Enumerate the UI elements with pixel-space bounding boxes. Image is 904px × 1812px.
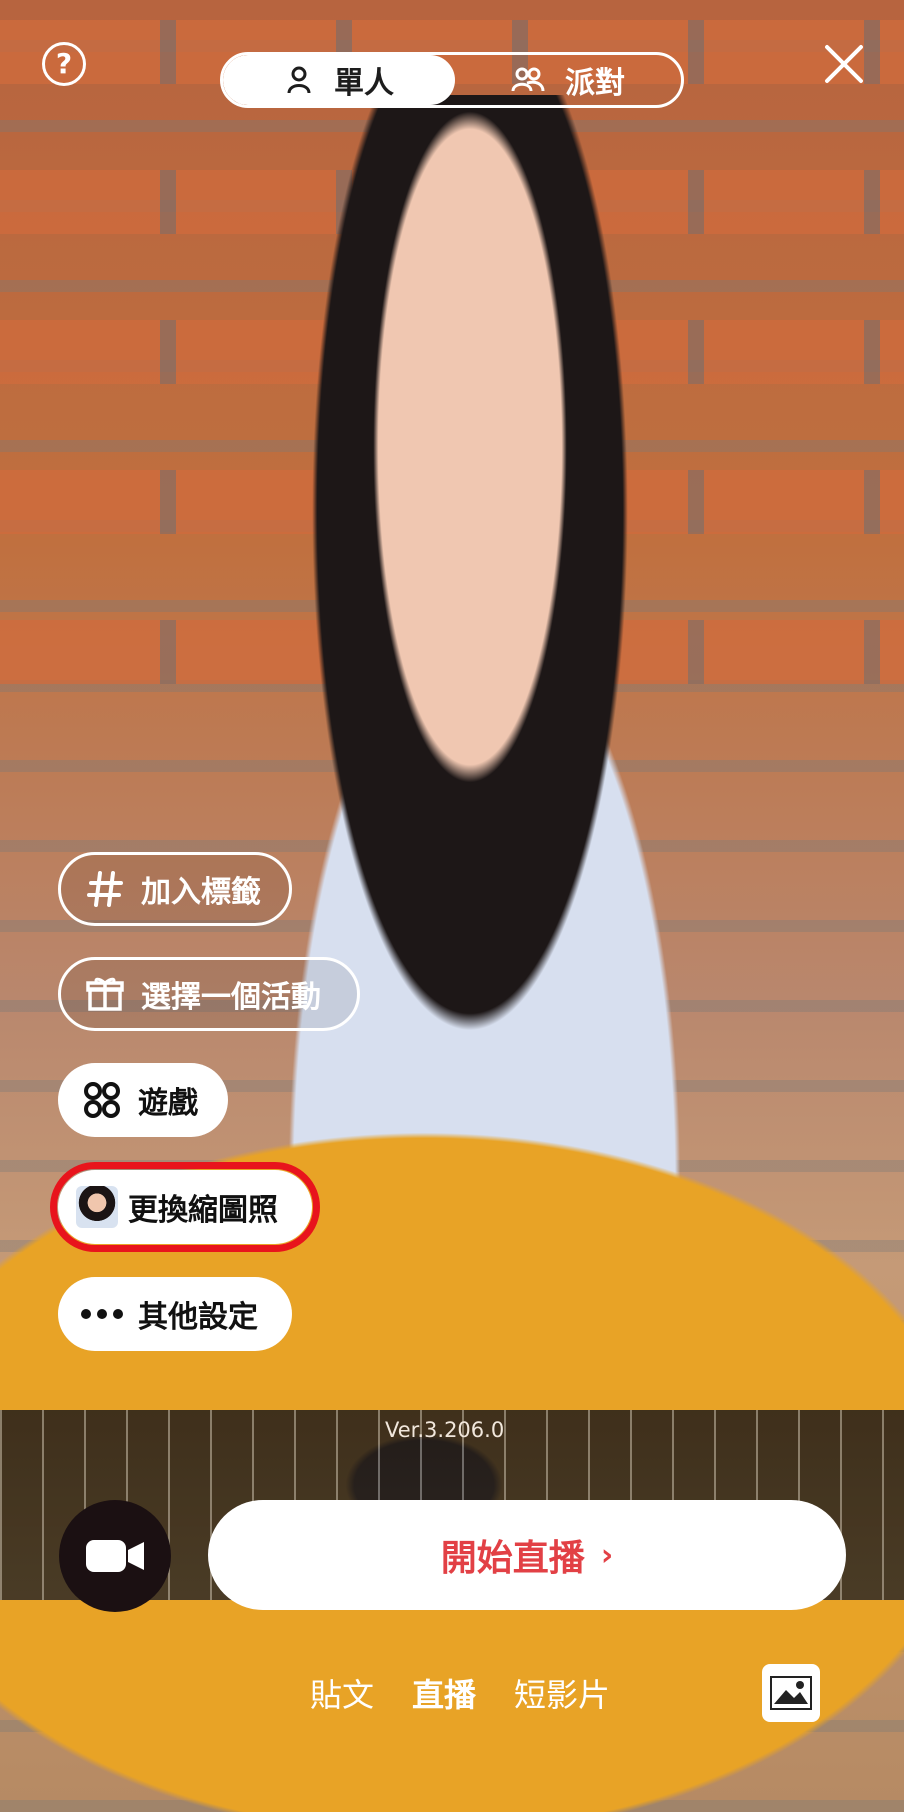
more-dots-icon <box>78 1290 126 1338</box>
start-live-button[interactable]: 開始直播 › <box>208 1500 846 1610</box>
close-button[interactable] <box>822 42 866 86</box>
gift-icon <box>81 970 129 1018</box>
tab-short-video[interactable]: 短影片 <box>514 1670 610 1716</box>
hash-icon <box>81 865 129 913</box>
choose-event-button[interactable]: 選擇一個活動 <box>58 957 360 1031</box>
mode-party-label: 派對 <box>565 66 625 101</box>
version-label: Ver.3.206.0 <box>385 1418 505 1442</box>
person-icon <box>287 66 311 94</box>
question-circle-icon: ? <box>55 47 73 80</box>
gallery-image-icon <box>770 1676 812 1710</box>
mode-toggle[interactable]: 單人 派對 <box>220 52 684 108</box>
choose-event-label: 選擇一個活動 <box>141 980 321 1015</box>
help-button[interactable]: ? <box>42 42 86 86</box>
tab-live[interactable]: 直播 <box>412 1670 476 1716</box>
tab-post[interactable]: 貼文 <box>310 1670 374 1716</box>
camera-switch-button[interactable] <box>59 1500 171 1612</box>
mode-solo-tab[interactable]: 單人 <box>223 55 455 105</box>
games-label: 遊戲 <box>138 1086 198 1121</box>
start-live-label: 開始直播 <box>440 1538 585 1579</box>
video-camera-icon <box>86 1540 144 1572</box>
games-button[interactable]: 遊戲 <box>58 1063 228 1137</box>
mode-party-tab[interactable]: 派對 <box>455 55 681 105</box>
bottom-tabs: 貼文 直播 短影片 <box>310 1670 610 1716</box>
grid-icon <box>78 1076 126 1124</box>
other-settings-button[interactable]: 其他設定 <box>58 1277 292 1351</box>
group-icon <box>511 67 545 92</box>
other-settings-label: 其他設定 <box>138 1300 258 1335</box>
highlight-outline <box>50 1162 320 1252</box>
gallery-button[interactable] <box>762 1664 820 1722</box>
add-tag-label: 加入標籤 <box>141 875 261 910</box>
mode-solo-label: 單人 <box>334 66 394 101</box>
chevron-right-icon: › <box>600 1537 614 1573</box>
add-tag-button[interactable]: 加入標籤 <box>58 852 292 926</box>
